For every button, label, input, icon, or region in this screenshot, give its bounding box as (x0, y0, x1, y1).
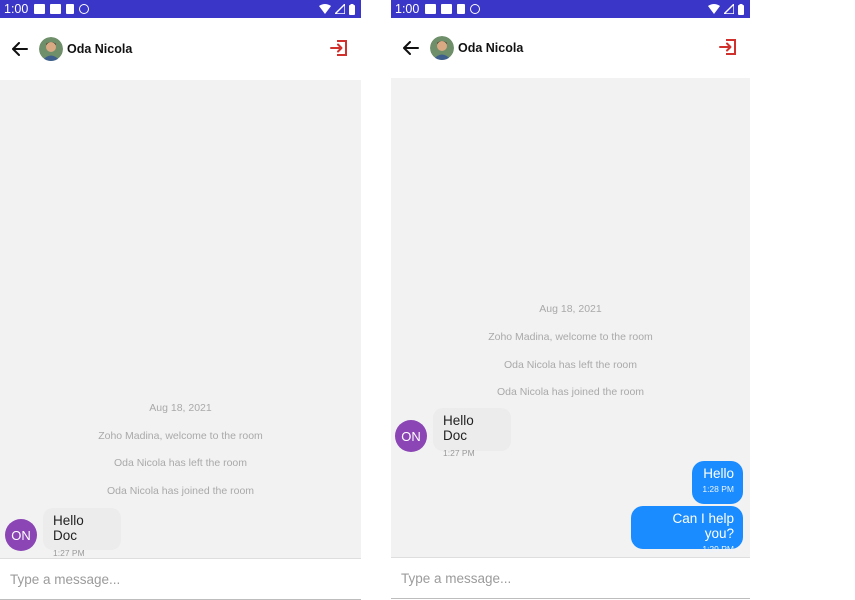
signal-icon (724, 4, 734, 14)
wifi-icon (319, 4, 331, 14)
exit-icon (719, 39, 736, 55)
message-input[interactable] (0, 559, 361, 599)
message-text: Hello (703, 466, 734, 481)
sync-icon (79, 4, 90, 14)
calendar-icon (441, 4, 453, 14)
system-message: Zoho Madina, welcome to the room (488, 331, 653, 343)
date-separator: Aug 18, 2021 (539, 303, 602, 315)
mail-icon (425, 4, 437, 14)
status-bar: 1:00 (391, 0, 750, 18)
message-time: 1:29 PM (702, 544, 734, 554)
back-button[interactable] (10, 39, 30, 59)
message-list[interactable]: Aug 18, 2021 Zoho Madina, welcome to the… (0, 80, 361, 558)
sync-icon (470, 4, 481, 14)
message-time: 1:28 PM (702, 484, 734, 494)
wifi-icon (708, 4, 720, 14)
date-separator: Aug 18, 2021 (149, 402, 212, 414)
message-input-bar (391, 557, 750, 599)
message-text: Hello Doc (443, 413, 474, 443)
chat-screen-1: 1:00 Oda Nicola Aug 18, 2021 Zoho Madina… (0, 0, 361, 600)
exit-room-button[interactable] (329, 38, 349, 58)
calendar-icon (50, 4, 62, 14)
sim-icon (66, 4, 75, 14)
contact-name[interactable]: Oda Nicola (67, 42, 132, 56)
incoming-message[interactable]: Hello Doc 1:27 PM (43, 508, 121, 558)
signal-icon (335, 4, 345, 14)
message-list[interactable]: Aug 18, 2021 Zoho Madina, welcome to the… (391, 78, 750, 557)
back-arrow-icon (403, 41, 419, 55)
system-message: Oda Nicola has joined the room (496, 386, 645, 398)
mail-icon (34, 4, 46, 14)
sender-avatar[interactable]: ON (395, 420, 427, 452)
message-input-bar (0, 558, 361, 600)
back-button[interactable] (401, 38, 421, 58)
system-message: Zoho Madina, welcome to the room (98, 430, 263, 442)
system-message: Oda Nicola has left the room (503, 359, 638, 371)
message-time: 1:27 PM (443, 448, 475, 458)
contact-avatar[interactable] (39, 37, 63, 61)
message-text: Hello Doc (53, 513, 84, 543)
battery-icon (738, 3, 744, 15)
incoming-message[interactable]: Hello Doc 1:27 PM (433, 408, 511, 458)
sender-avatar[interactable]: ON (5, 519, 37, 551)
status-time: 1:00 (4, 2, 29, 16)
sim-icon (457, 4, 466, 14)
exit-room-button[interactable] (718, 37, 738, 57)
back-arrow-icon (12, 42, 28, 56)
system-message: Oda Nicola has joined the room (106, 485, 255, 497)
chat-header: Oda Nicola (0, 18, 361, 80)
exit-icon (330, 40, 347, 56)
chat-screen-2: 1:00 Oda Nicola Aug 18, 2021 Zoho Madina… (391, 0, 750, 600)
message-text: Can I help you? (672, 511, 734, 541)
avatar-photo-icon (430, 36, 454, 60)
message-time: 1:27 PM (53, 548, 85, 558)
avatar-photo-icon (39, 37, 63, 61)
outgoing-message[interactable]: Can I help you? 1:29 PM (631, 506, 743, 554)
status-bar: 1:00 (0, 0, 361, 18)
contact-avatar[interactable] (430, 36, 454, 60)
outgoing-message[interactable]: Hello 1:28 PM (692, 461, 743, 504)
contact-name[interactable]: Oda Nicola (458, 41, 523, 55)
status-time: 1:00 (395, 2, 420, 16)
chat-header: Oda Nicola (391, 18, 750, 78)
message-input[interactable] (391, 558, 750, 598)
battery-icon (349, 3, 355, 15)
system-message: Oda Nicola has left the room (113, 457, 248, 469)
